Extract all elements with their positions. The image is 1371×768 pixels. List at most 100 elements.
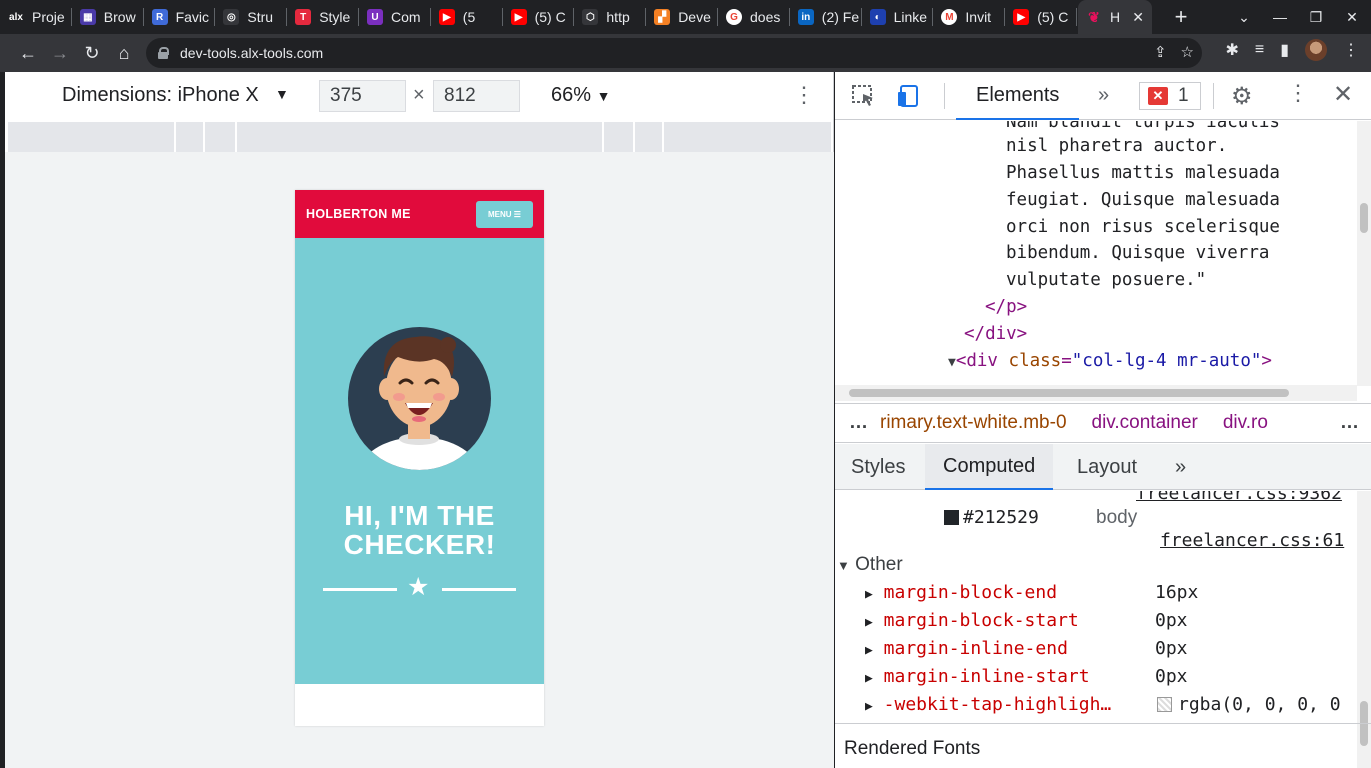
computed-property-row[interactable]: ▶ -webkit-tap-highligh… [865,694,1111,715]
extensions-icon[interactable]: ✱ [1225,40,1238,60]
browser-tab[interactable]: ▶ (5 [431,0,503,34]
more-subtabs-icon[interactable]: » [1175,444,1186,490]
scroll-thumb[interactable] [1360,203,1368,233]
close-tab-icon[interactable]: ✕ [1132,9,1144,26]
tab-search-icon[interactable]: ⌄ [1226,9,1262,26]
browser-tab[interactable]: U Com [359,0,431,34]
browser-menu-icon[interactable]: ⋮ [1343,40,1359,60]
masthead-heading: HI, I'M THE CHECKER! [295,501,544,559]
dom-div-node[interactable]: ▼<div class="col-lg-4 mr-auto"> [948,351,1272,371]
close-devtools-icon[interactable]: ✕ [1333,80,1353,109]
browser-toolbar: ← → ↻ ⌂ dev-tools.alx-tools.com ⇪ ☆ ✱ ≡ … [0,34,1371,72]
share-icon[interactable]: ⇪ [1154,43,1167,61]
browser-tab[interactable]: ⬡ http [574,0,646,34]
browser-tab[interactable]: M Invit [933,0,1005,34]
dom-horizontal-scrollbar[interactable] [835,385,1357,401]
realfavicon-icon: R [151,9,168,25]
browser-tab[interactable]: ▶ (5) C [1005,0,1077,34]
browser-tab[interactable]: in (2) Fe [790,0,862,34]
page-brand[interactable]: HOLBERTON ME [306,207,411,221]
dom-text-line[interactable]: Phasellus mattis malesuada [1006,163,1280,183]
scroll-thumb[interactable] [849,389,1289,397]
dom-tree[interactable]: Nam blandit turpis iaculis nisl pharetra… [835,121,1371,386]
browser-tab[interactable]: ◐ Linke [862,0,934,34]
color-trace: #212529 [944,507,1039,528]
bookmark-star-icon[interactable]: ☆ [1181,43,1194,61]
dom-vertical-scrollbar[interactable] [1357,121,1371,386]
breadcrumb-item[interactable]: rimary.text-white.mb-0 [880,412,1067,434]
browser-tab[interactable]: T Style [287,0,359,34]
dom-text-line[interactable]: bibendum. Quisque viverra [1006,243,1269,263]
profile-avatar[interactable] [1305,39,1327,61]
error-icon: ✕ [1148,87,1168,105]
issues-counter[interactable]: ✕ 1 [1139,82,1201,110]
inspect-element-icon[interactable] [851,84,877,108]
media-query-bar[interactable] [8,122,831,152]
browser-tab[interactable]: ▦ Brow [72,0,144,34]
browser-tab[interactable]: R Favic [144,0,216,34]
breadcrumb-item[interactable]: div.ro [1223,412,1268,434]
browser-tab[interactable]: alx Proje [0,0,72,34]
breadcrumb-overflow-right[interactable]: … [1340,412,1359,434]
color-swatch[interactable] [944,510,959,525]
menu-button[interactable]: MENU ☰ [476,201,533,228]
back-icon[interactable]: ← [12,37,44,69]
devtools-tabbar: Elements » ✕ 1 ⚙ ⋮ ✕ [835,72,1371,120]
devtools-menu-icon[interactable]: ⋮ [1287,80,1309,106]
color-swatch[interactable] [1157,697,1172,712]
restore-icon[interactable]: ❐ [1298,9,1334,26]
settings-gear-icon[interactable]: ⚙ [1231,82,1253,111]
rendered-fonts-section[interactable]: Rendered Fonts [835,723,1371,768]
tab-elements[interactable]: Elements [956,72,1080,120]
width-input[interactable] [319,80,406,112]
tab-computed[interactable]: Computed [925,444,1054,490]
forward-icon[interactable]: → [44,37,76,69]
new-tab-button[interactable]: + [1163,0,1199,34]
dom-text-line[interactable]: orci non risus scelerisque [1006,217,1280,237]
close-window-icon[interactable]: ✕ [1334,9,1370,26]
device-toggle-icon[interactable] [897,84,923,108]
source-link[interactable]: freelancer.css:61 [1160,530,1344,551]
reading-list-icon[interactable]: ≡ [1255,41,1264,59]
minimize-icon[interactable]: — [1262,9,1298,25]
zoom-select[interactable]: 66% ▼ [551,84,610,107]
property-name: margin-inline-start [883,666,1090,687]
property-value: 16px [1155,582,1199,603]
tab-active[interactable]: ❦ H ✕ [1078,0,1152,34]
browser-tab[interactable]: Gdoes [718,0,790,34]
address-bar[interactable]: dev-tools.alx-tools.com ⇪ ☆ [146,38,1202,68]
dom-text-line[interactable]: nisl pharetra auctor. [1006,136,1227,156]
dimensions-dropdown-icon[interactable]: ▼ [275,86,289,102]
computed-property-row[interactable]: ▶ margin-block-start [865,610,1079,631]
lock-icon[interactable] [158,47,169,59]
expand-triangle-icon[interactable]: ▼ [948,355,956,370]
home-icon[interactable]: ⌂ [108,37,140,69]
breadcrumb: … rimary.text-white.mb-0 div.container d… [835,403,1371,443]
dom-text-line[interactable]: vulputate posuere." [1006,270,1206,290]
browser-tab[interactable]: ◎ Stru [215,0,287,34]
device-more-icon[interactable]: ⋮ [793,82,815,108]
breadcrumb-overflow-left[interactable]: … [835,412,880,434]
dom-close-p[interactable]: </p> [985,297,1027,317]
url-text: dev-tools.alx-tools.com [180,45,324,61]
linkedin-icon: ◐ [869,9,886,25]
group-header[interactable]: ▼ Other [837,554,903,576]
masthead-heading-line1: HI, I'M THE [344,500,495,531]
more-tabs-icon[interactable]: » [1098,84,1109,107]
source-link[interactable]: freelancer.css:9362 [1136,491,1342,504]
tab-styles[interactable]: Styles [851,444,905,490]
dimensions-select[interactable]: Dimensions: iPhone X [62,84,259,107]
height-input[interactable] [433,80,520,112]
tab-layout[interactable]: Layout [1077,444,1137,490]
side-panel-icon[interactable]: ▮ [1280,40,1289,60]
dom-close-div[interactable]: </div> [964,324,1027,344]
browser-tab[interactable]: ▶ (5) C [503,0,575,34]
breadcrumb-item[interactable]: div.container [1092,412,1198,434]
dom-text-line[interactable]: feugiat. Quisque malesuada [1006,190,1280,210]
computed-property-row[interactable]: ▶ margin-block-end [865,582,1057,603]
reload-icon[interactable]: ↻ [76,37,108,69]
computed-property-row[interactable]: ▶ margin-inline-end [865,638,1068,659]
computed-property-row[interactable]: ▶ margin-inline-start [865,666,1090,687]
browser-tab[interactable]: ▞ Deve [646,0,718,34]
dom-text-line[interactable]: Nam blandit turpis iaculis [1006,121,1280,132]
